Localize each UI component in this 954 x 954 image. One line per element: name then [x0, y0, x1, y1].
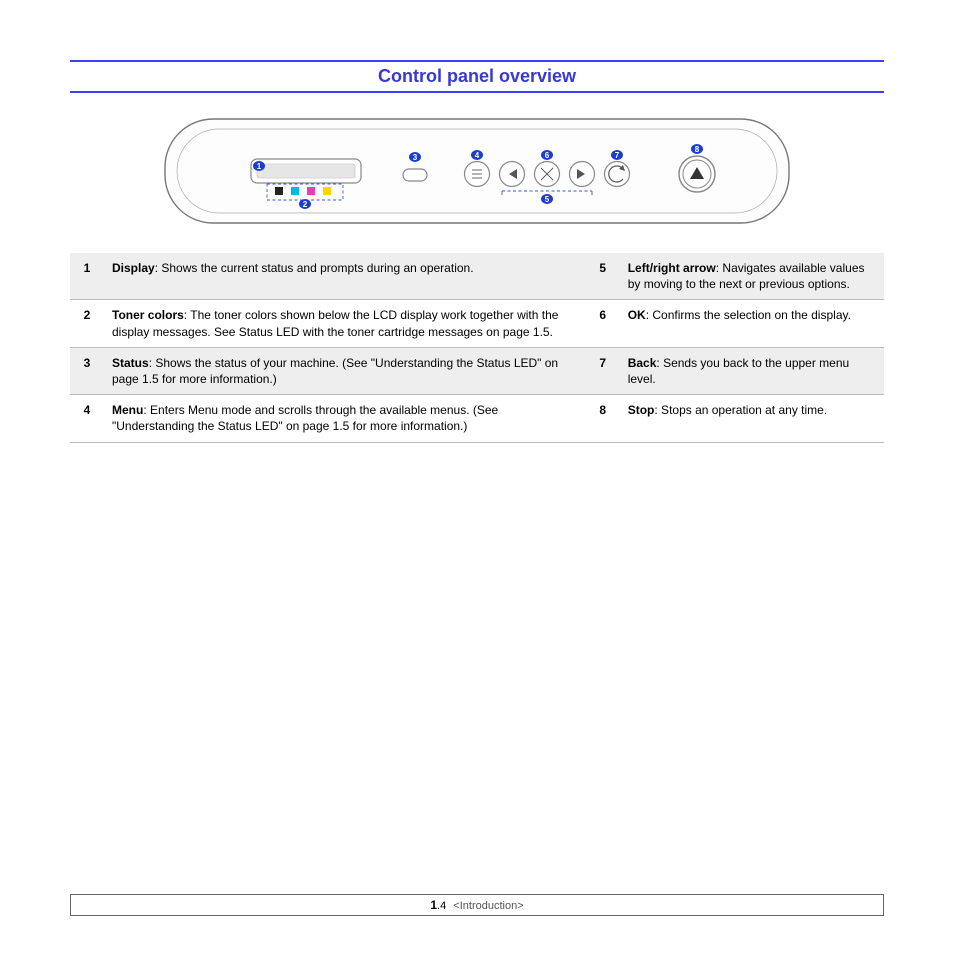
legend-num: 7	[586, 347, 618, 394]
legend-table: 1 Display: Shows the current status and …	[70, 253, 884, 443]
legend-desc: Back: Sends you back to the upper menu l…	[618, 347, 884, 394]
control-panel-figure: 1 2 3 4 5 6 7 8	[70, 111, 884, 231]
page-footer: 1.4 <Introduction>	[70, 894, 884, 916]
svg-text:1: 1	[257, 162, 262, 171]
svg-text:8: 8	[695, 145, 700, 154]
legend-desc: OK: Confirms the selection on the displa…	[618, 300, 884, 347]
svg-text:6: 6	[545, 151, 550, 160]
legend-num: 5	[586, 253, 618, 300]
svg-text:5: 5	[545, 195, 550, 204]
table-row: 3 Status: Shows the status of your machi…	[70, 347, 884, 394]
legend-desc: Stop: Stops an operation at any time.	[618, 395, 884, 442]
footer-section: <Introduction>	[453, 900, 523, 912]
legend-desc: Toner colors: The toner colors shown bel…	[102, 300, 586, 347]
legend-num: 3	[70, 347, 102, 394]
table-row: 4 Menu: Enters Menu mode and scrolls thr…	[70, 395, 884, 442]
control-panel-svg: 1 2 3 4 5 6 7 8	[157, 111, 797, 231]
legend-num: 2	[70, 300, 102, 347]
section-title-text: Control panel overview	[378, 66, 576, 86]
legend-num: 1	[70, 253, 102, 300]
table-row: 2 Toner colors: The toner colors shown b…	[70, 300, 884, 347]
svg-text:3: 3	[413, 153, 418, 162]
legend-num: 8	[586, 395, 618, 442]
svg-text:2: 2	[303, 200, 308, 209]
legend-num: 6	[586, 300, 618, 347]
svg-text:7: 7	[615, 151, 620, 160]
svg-text:4: 4	[475, 151, 480, 160]
legend-desc: Menu: Enters Menu mode and scrolls throu…	[102, 395, 586, 442]
page-number-minor: .4	[437, 900, 446, 912]
table-row: 1 Display: Shows the current status and …	[70, 253, 884, 300]
legend-desc: Left/right arrow: Navigates available va…	[618, 253, 884, 300]
section-title: Control panel overview	[70, 60, 884, 93]
legend-desc: Display: Shows the current status and pr…	[102, 253, 586, 300]
legend-desc: Status: Shows the status of your machine…	[102, 347, 586, 394]
legend-num: 4	[70, 395, 102, 442]
